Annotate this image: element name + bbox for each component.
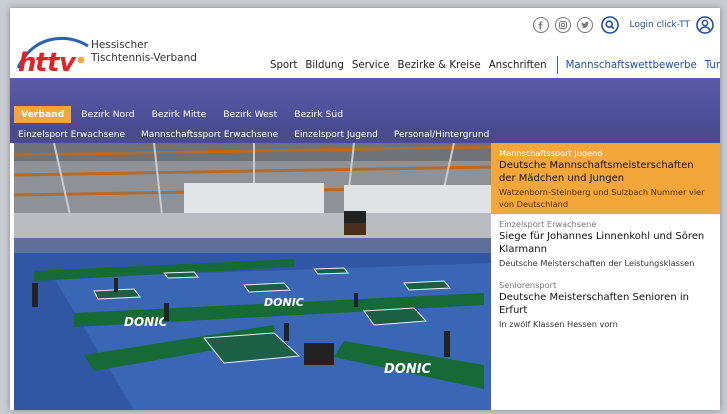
tab-einzelsport-jugend[interactable]: Einzelsport Jugend (286, 130, 386, 140)
org-name[interactable]: Hessischer Tischtennis-Verband (91, 39, 197, 65)
tab-bezirk-mitte[interactable]: Bezirk Mitte (145, 106, 214, 123)
news-category: Seniorensport (499, 280, 557, 290)
main-nav: Sport Bildung Service Bezirke & Kreise A… (270, 56, 720, 74)
top-links: Login click-TT (533, 16, 714, 34)
news-category: Mannschaftssport Jugend (499, 148, 603, 158)
tab-einzelsport-erwachsene[interactable]: Einzelsport Erwachsene (10, 130, 133, 140)
news-item[interactable]: Seniorensport Deutsche Meisterschaften S… (491, 275, 720, 336)
tab-verband[interactable]: Verband (14, 106, 72, 123)
svg-text:h: h (18, 48, 37, 74)
search-icon[interactable] (601, 16, 620, 34)
login-link[interactable]: Login click-TT (629, 20, 690, 30)
news-title[interactable]: Deutsche Meisterschaften Senioren in Erf… (499, 292, 712, 317)
twitter-icon[interactable] (577, 17, 594, 33)
org-name-line1: Hessischer (91, 39, 148, 51)
news-title[interactable]: Deutsche Mannschaftsmeisterschaften der … (499, 160, 712, 185)
news-list: Mannschaftssport Jugend Deutsche Mannsch… (491, 143, 720, 410)
barrier-banner-text: DONIC (124, 315, 168, 329)
news-subtitle: Deutsche Meisterschaften der Leistungskl… (499, 258, 695, 268)
news-item[interactable]: Einzelsport Erwachsene Siege für Johanne… (491, 214, 720, 275)
region-tabs: Verband Bezirk Nord Bezirk Mitte Bezirk … (14, 106, 353, 123)
htttv-logo[interactable]: h t t v (14, 30, 90, 78)
browser-page: h t t v Hessischer Tischtennis-Verband L… (10, 8, 720, 410)
news-subtitle: In zwölf Klassen Hessen vorn (499, 319, 618, 329)
nav-bezirke-kreise[interactable]: Bezirke & Kreise (398, 60, 481, 71)
subnav-band: Verband Bezirk Nord Bezirk Mitte Bezirk … (10, 78, 720, 143)
nav-turniere[interactable]: Turniere (705, 60, 720, 71)
tab-bezirk-nord[interactable]: Bezirk Nord (74, 106, 141, 123)
hero-image[interactable]: DONIC DONIC DONIC (14, 143, 491, 410)
user-icon[interactable] (696, 16, 714, 34)
tab-bezirk-sued[interactable]: Bezirk Süd (287, 106, 350, 123)
svg-text:DONIC: DONIC (384, 362, 432, 377)
tab-bezirk-west[interactable]: Bezirk West (216, 106, 284, 123)
site-header: h t t v Hessischer Tischtennis-Verband L… (10, 8, 720, 78)
tab-mannschaftssport-erwachsene[interactable]: Mannschaftssport Erwachsene (133, 130, 286, 140)
nav-bildung[interactable]: Bildung (305, 60, 344, 71)
news-subtitle: Watzenborn-Steinberg und Sulzbach Nummer… (499, 187, 705, 209)
nav-service[interactable]: Service (352, 60, 390, 71)
nav-sport[interactable]: Sport (270, 60, 297, 71)
news-item[interactable]: Mannschaftssport Jugend Deutsche Mannsch… (491, 143, 720, 214)
nav-anschriften[interactable]: Anschriften (489, 60, 547, 71)
nav-divider (556, 56, 558, 74)
category-tabs: Einzelsport Erwachsene Mannschaftssport … (10, 126, 720, 143)
svg-text:v: v (59, 48, 77, 74)
svg-text:DONIC: DONIC (264, 296, 304, 309)
tab-personal-hintergrund[interactable]: Personal/Hintergrund (386, 130, 497, 140)
instagram-icon[interactable] (555, 17, 572, 33)
nav-mannschaftswettbewerbe[interactable]: Mannschaftswettbewerbe (566, 60, 697, 71)
org-name-line2: Tischtennis-Verband (91, 52, 197, 64)
news-title[interactable]: Siege für Johannes Linnenkohl und Sören … (499, 231, 712, 256)
news-category: Einzelsport Erwachsene (499, 219, 597, 229)
facebook-icon[interactable] (533, 17, 550, 33)
